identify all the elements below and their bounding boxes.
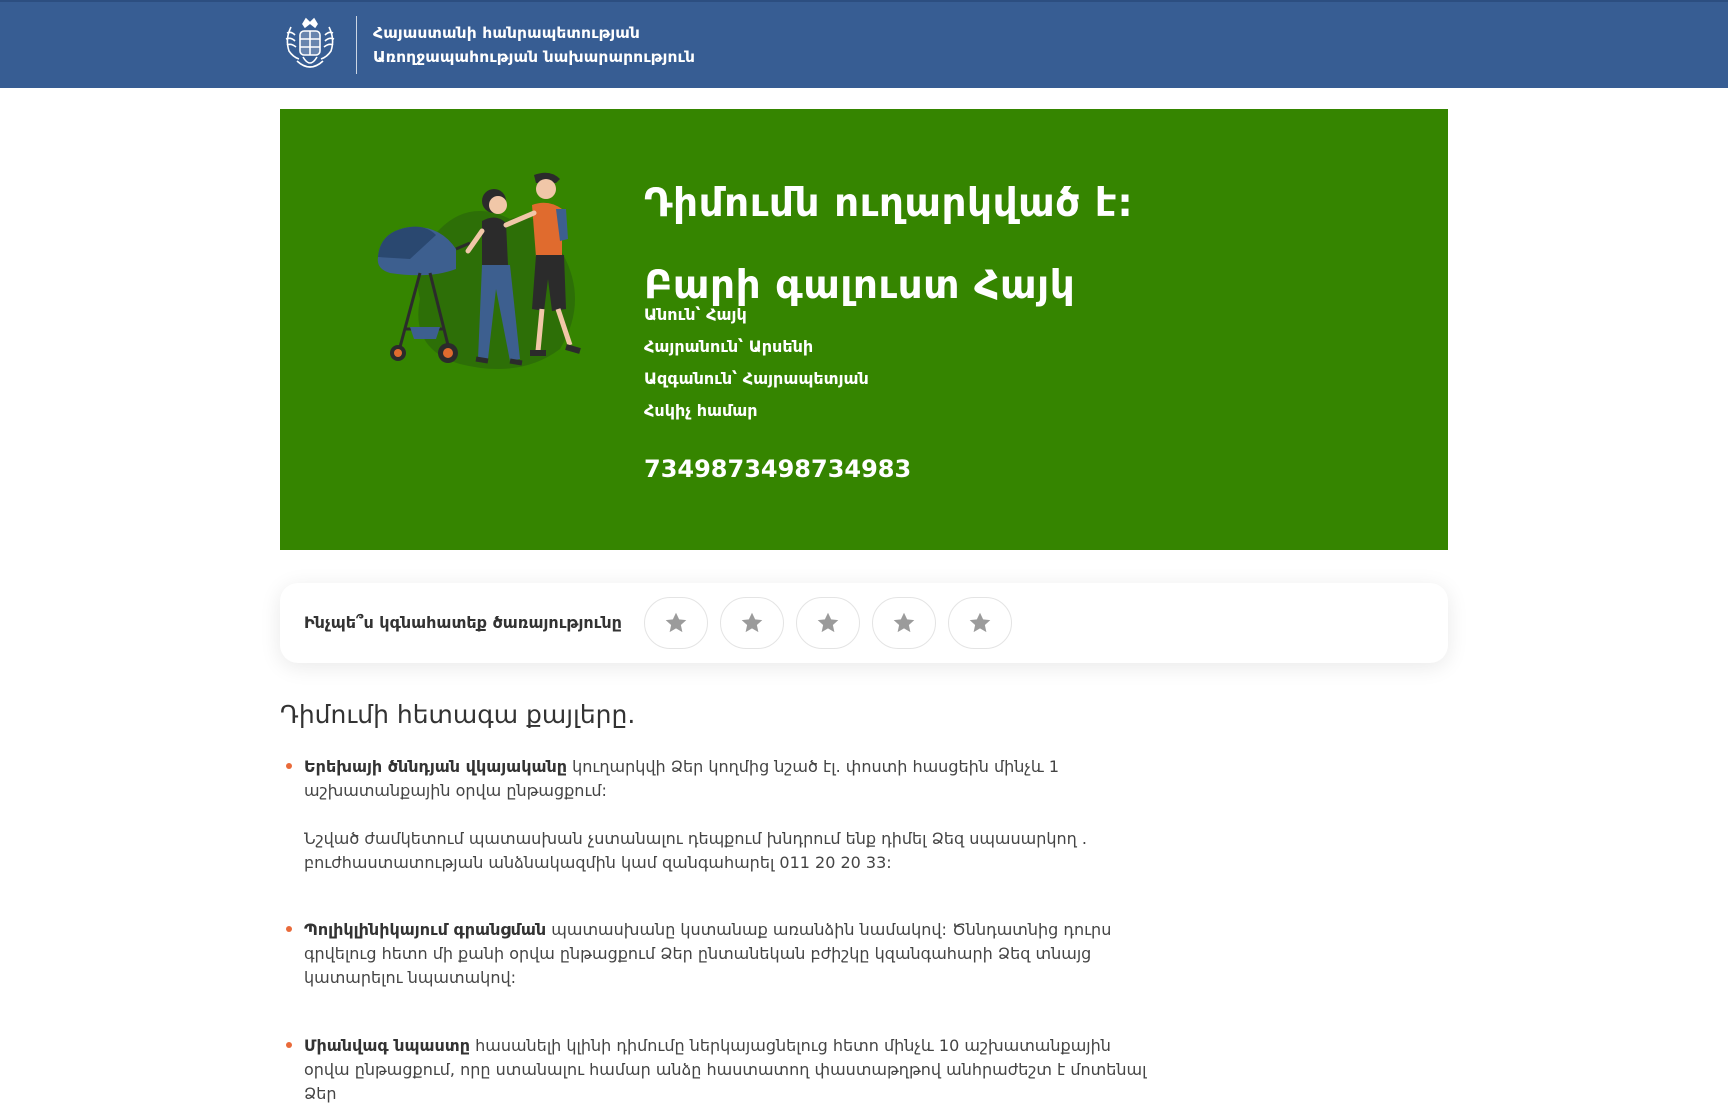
star-icon [817, 612, 839, 633]
ministry-brand[interactable]: Հայաստանի հանրապետության Առողջապահության… [280, 16, 695, 74]
tracking-number-label: Հսկիչ համար [644, 401, 758, 420]
bullet-dot [286, 926, 292, 932]
star-icon [969, 612, 991, 633]
family-stroller-illustration [370, 169, 620, 389]
brand-divider [356, 16, 357, 74]
first-name-line: Անուն՝ Հայկ [644, 305, 747, 324]
ministry-name: Հայաստանի հանրապետության Առողջապահության… [373, 21, 695, 69]
star-icon [893, 612, 915, 633]
last-name-line: Ազգանուն՝ Հայրապետյան [644, 369, 869, 388]
step-item: Երեխայի ծննդյան վկայականը կուղարկվի Ձեր … [280, 755, 1160, 875]
ministry-name-line2: Առողջապահության նախարարություն [373, 48, 696, 66]
bullet-dot [286, 763, 292, 769]
submission-status-title: Դիմումն ուղարկված է: [644, 181, 1134, 226]
star-1-button[interactable] [644, 597, 708, 649]
ministry-name-line1: Հայաստանի հանրապետության [373, 24, 640, 42]
next-steps-heading: Դիմումի հետագա քայլերը. [280, 700, 636, 729]
step-item: Պոլիկլինիկայում գրանցման պատասխանը կստան… [280, 918, 1160, 990]
step-text: Երեխայի ծննդյան վկայականը կուղարկվի Ձեր … [304, 755, 1160, 803]
coat-of-arms-logo [280, 16, 340, 74]
patronymic-line: Հայրանուն՝ Արսենի [644, 337, 814, 356]
step-note: Նշված ժամկետում պատասխան չստանալու դեպքո… [304, 829, 1087, 872]
tracking-number: 7349873498734983 [644, 455, 912, 483]
confirmation-banner: Դիմումն ուղարկված է: Բարի գալուստ Հայկ Ա… [280, 109, 1448, 550]
step-highlight: Երեխայի ծննդյան վկայականը [304, 757, 568, 776]
rating-question: Ինչպե՞ս կգնահատեք ծառայությունը [304, 613, 622, 632]
step-text: Միանվագ նպաստը հասանելի կլինի դիմումը նե… [304, 1034, 1160, 1106]
star-2-button[interactable] [720, 597, 784, 649]
top-header: Հայաստանի հանրապետության Առողջապահության… [0, 0, 1728, 88]
star-rating [644, 597, 1012, 649]
step-highlight: Պոլիկլինիկայում գրանցման [304, 920, 547, 939]
star-icon [665, 612, 687, 633]
star-3-button[interactable] [796, 597, 860, 649]
star-4-button[interactable] [872, 597, 936, 649]
welcome-greeting: Բարի գալուստ Հայկ [644, 263, 1076, 308]
bullet-dot [286, 1042, 292, 1048]
star-5-button[interactable] [948, 597, 1012, 649]
step-item: Միանվագ նպաստը հասանելի կլինի դիմումը նե… [280, 1034, 1160, 1106]
step-highlight: Միանվագ նպաստը [304, 1036, 470, 1055]
star-icon [741, 612, 763, 633]
step-text: Պոլիկլինիկայում գրանցման պատասխանը կստան… [304, 918, 1160, 990]
service-rating-card: Ինչպե՞ս կգնահատեք ծառայությունը [280, 583, 1448, 663]
